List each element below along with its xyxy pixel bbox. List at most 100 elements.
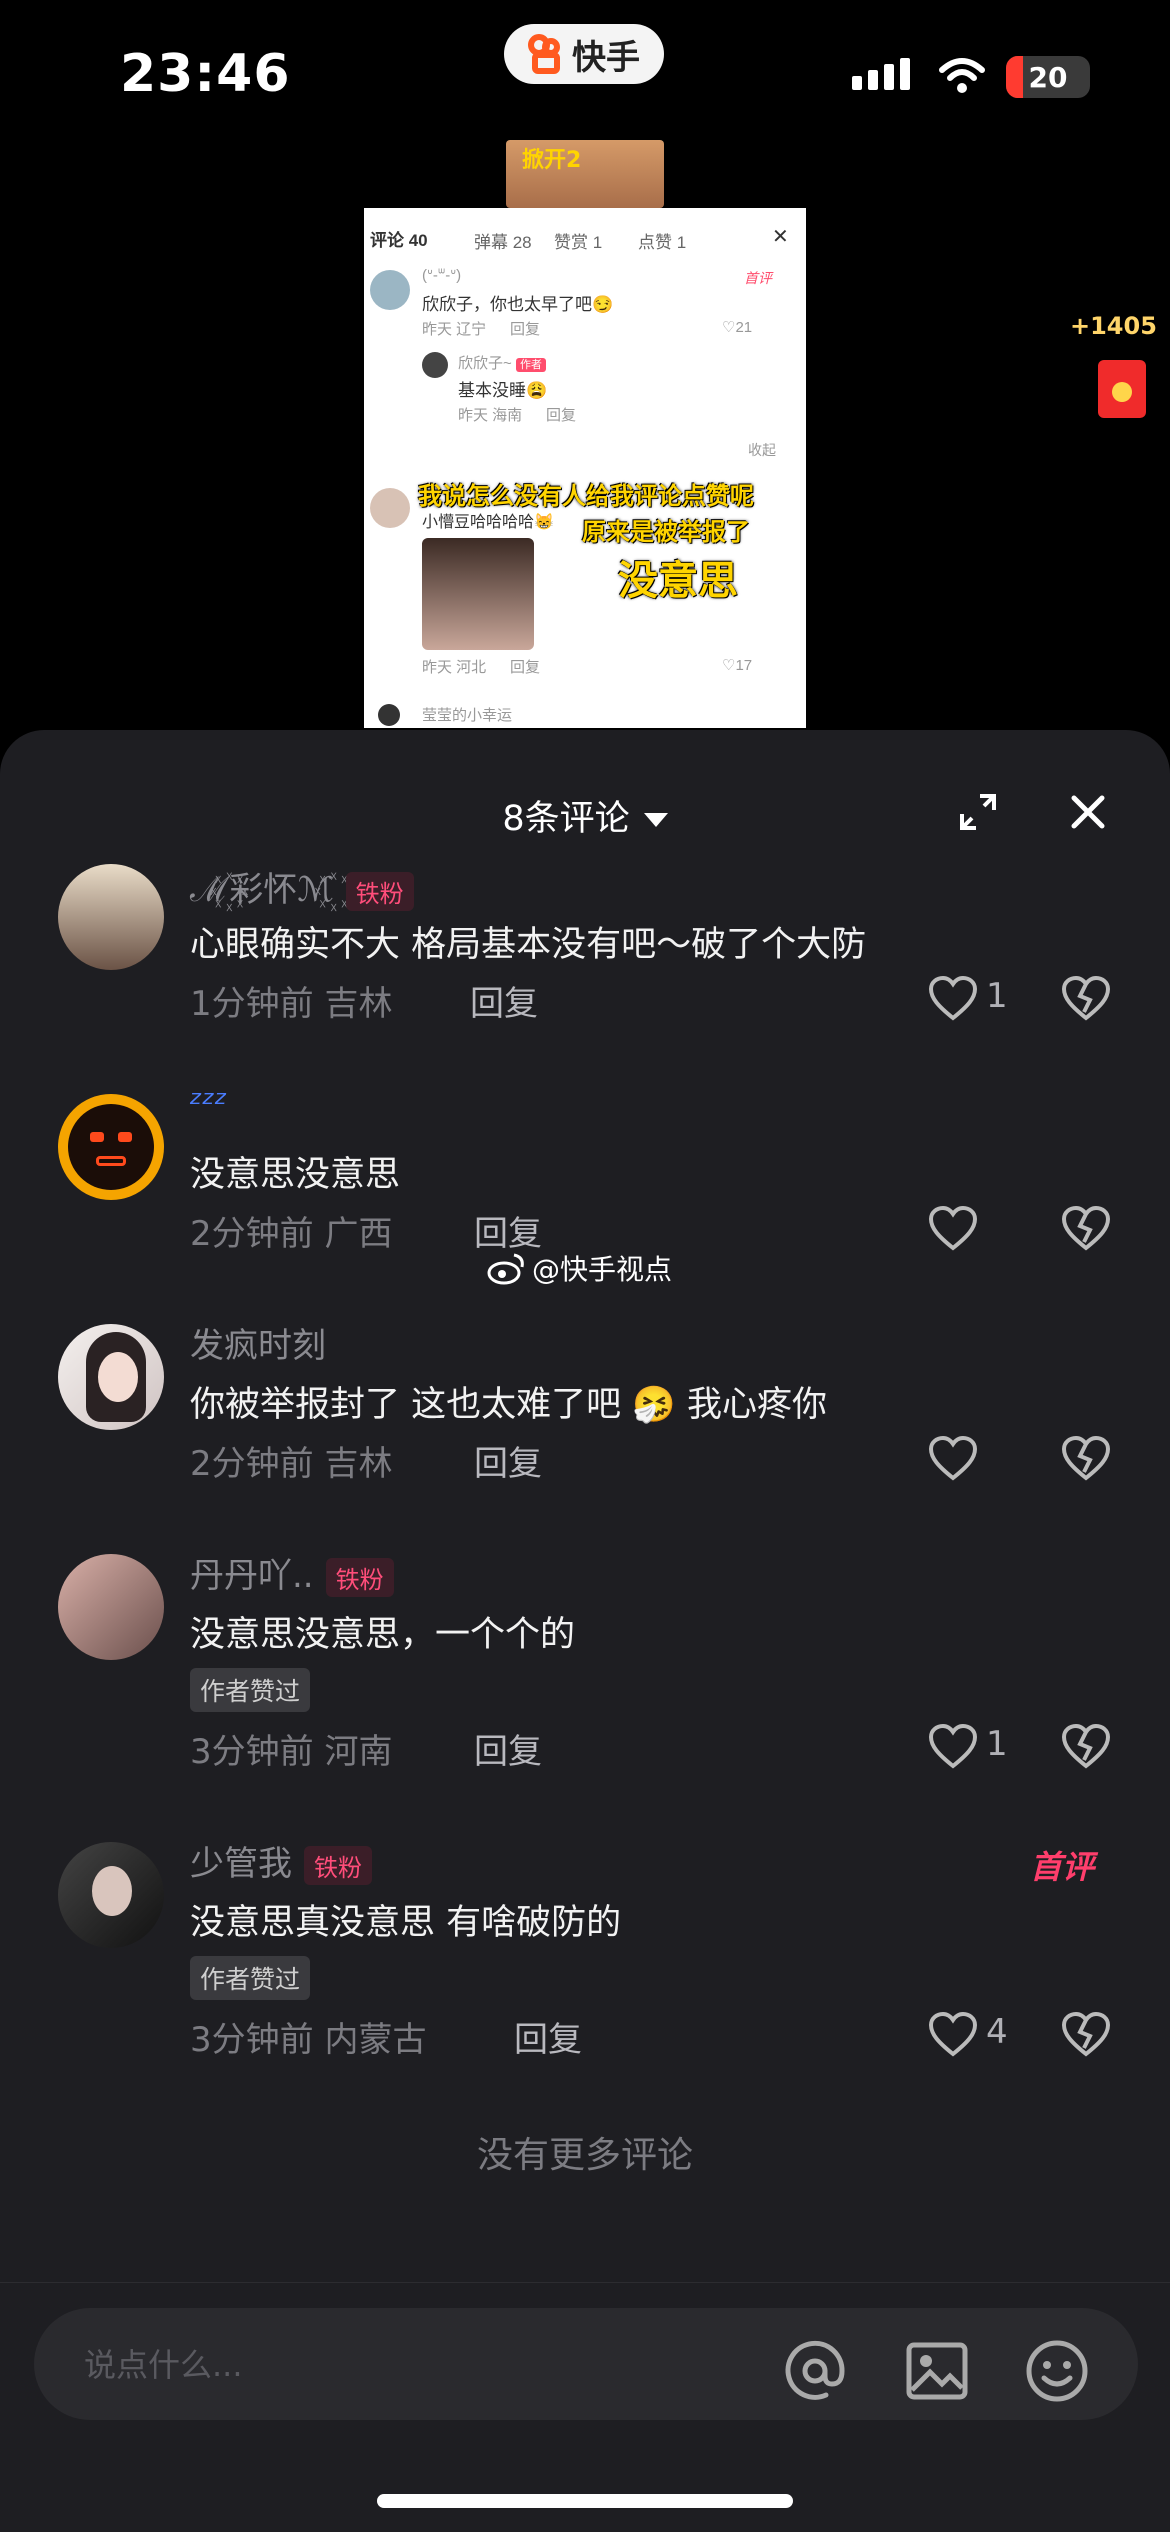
- comment-meta: 1分钟前 吉林: [190, 984, 393, 1024]
- dislike-icon[interactable]: [1060, 1206, 1112, 1252]
- shot-c2-avatar: [370, 488, 410, 528]
- comment-meta: 3分钟前 河南: [190, 1732, 393, 1772]
- weibo-watermark: @快手视点: [486, 1248, 672, 1288]
- shot-c1-name: (ᐡ-ᐜ-ᐡ): [422, 267, 462, 284]
- dislike-icon[interactable]: [1060, 2012, 1112, 2058]
- avatar[interactable]: [58, 864, 164, 970]
- shot-c1-reply: 回复: [510, 321, 541, 338]
- comment-author[interactable]: ℳ꙰彩怀ℳ꙰ 铁粉: [190, 862, 414, 911]
- first-comment-tag: 首评: [1030, 1848, 1095, 1886]
- shot-c2-reply: 回复: [510, 659, 541, 676]
- emoji-icon[interactable]: [1024, 2338, 1090, 2404]
- image-icon[interactable]: [904, 2338, 970, 2404]
- comment-author[interactable]: 少管我 铁粉: [190, 1836, 372, 1885]
- avatar[interactable]: [58, 1324, 164, 1430]
- shot-avatar: [370, 270, 410, 310]
- comment-author[interactable]: 丹丹吖.. 铁粉: [190, 1548, 394, 1597]
- comment-author-name: ᶻᶻᶻ: [190, 1084, 228, 1124]
- close-icon[interactable]: [1066, 790, 1110, 834]
- comment-author-name: 丹丹吖..: [190, 1556, 314, 1596]
- comment-meta: 2分钟前 广西: [190, 1214, 393, 1254]
- comment-text[interactable]: 没意思没意思，一个个的: [190, 1606, 575, 1657]
- red-envelope-icon[interactable]: [1098, 360, 1146, 418]
- weibo-icon: [487, 1253, 524, 1285]
- overlay-caption-1: 我说怎么没有人给我评论点赞呢: [418, 483, 754, 510]
- like-count: 4: [986, 2012, 1008, 2052]
- shot-r1-text: 基本没睡😩: [458, 381, 548, 400]
- reply-button[interactable]: 回复: [514, 2012, 582, 2061]
- comment-text[interactable]: 没意思没意思: [190, 1146, 400, 1197]
- reply-button[interactable]: 回复: [474, 1436, 542, 1485]
- heart-icon[interactable]: [928, 1724, 978, 1770]
- fan-badge: 铁粉: [304, 1846, 372, 1885]
- no-more-comments: 没有更多评论: [476, 2135, 693, 2176]
- shot-r1-name-text: 欣欣子~: [458, 355, 512, 372]
- like-count: 1: [986, 976, 1008, 1016]
- app-pill[interactable]: 快手: [504, 24, 664, 84]
- shot-c2-likes: ♡17: [722, 656, 752, 674]
- fan-badge: 铁粉: [345, 872, 414, 911]
- shot-tab-likes: 点赞 1: [638, 233, 687, 252]
- comment-meta: 3分钟前 内蒙古: [190, 2020, 427, 2060]
- shot-c3-avatar: [378, 704, 400, 726]
- avatar[interactable]: [58, 1554, 164, 1660]
- heart-icon[interactable]: [928, 1206, 978, 1252]
- shot-heart-icon: ♡: [722, 657, 736, 674]
- video-caption: 掀开2: [522, 148, 582, 173]
- shot-c1-likes: ♡21: [722, 318, 752, 336]
- like-count: 1: [986, 1724, 1008, 1764]
- reply-button[interactable]: 回复: [470, 976, 538, 1025]
- dislike-icon[interactable]: [1060, 976, 1112, 1022]
- fan-badge: 铁粉: [325, 1558, 394, 1597]
- shot-photo: [422, 538, 534, 650]
- battery-indicator: 20: [1006, 56, 1090, 98]
- shot-c2-meta: 昨天 河北: [422, 659, 487, 676]
- home-indicator[interactable]: [377, 2494, 793, 2508]
- author-liked-badge: 作者赞过: [190, 1668, 311, 1712]
- shot-heart-icon: ♡: [722, 319, 736, 336]
- comment-text[interactable]: 你被举报封了 这也太难了吧 🤧 我心疼你: [190, 1376, 827, 1427]
- cellular-signal-icon: [852, 58, 910, 90]
- dislike-icon[interactable]: [1060, 1724, 1112, 1770]
- comment-input-placeholder: 说点什么...: [84, 2346, 243, 2384]
- shot-r1-meta: 昨天 海南: [458, 407, 523, 424]
- shot-first-tag: 首评: [744, 270, 772, 286]
- shot-c1-text: 欣欣子，你也太早了吧😏: [422, 295, 614, 314]
- comment-author-name: 发疯时刻: [190, 1326, 326, 1366]
- overlay-caption-2: 原来是被举报了: [582, 519, 750, 546]
- expand-icon[interactable]: [958, 792, 998, 832]
- shot-c2-like-count: 17: [735, 657, 753, 674]
- shot-r1-name: 欣欣子~ 作者: [458, 352, 546, 373]
- shot-c1-like-count: 21: [735, 319, 753, 336]
- shot-tab-comments: 评论 40: [370, 231, 428, 250]
- overlay-caption-3: 没意思: [618, 559, 738, 603]
- shot-tab-reward: 赞赏 1: [554, 233, 603, 252]
- heart-icon[interactable]: [928, 976, 978, 1022]
- kuaishou-logo-icon: [528, 34, 564, 74]
- mention-icon[interactable]: [782, 2338, 848, 2404]
- caret-down-icon: [643, 813, 668, 827]
- comment-author[interactable]: ᶻᶻᶻ: [190, 1084, 227, 1124]
- shot-author-tag: 作者: [515, 358, 546, 372]
- comment-author[interactable]: 发疯时刻: [190, 1318, 326, 1367]
- avatar[interactable]: [58, 1842, 164, 1948]
- avatar[interactable]: [58, 1094, 164, 1200]
- comment-text[interactable]: 心眼确实不大 格局基本没有吧～破了个大防: [190, 916, 866, 967]
- battery-fill: [1006, 56, 1023, 98]
- shot-collapse: 收起: [748, 442, 776, 458]
- heart-icon[interactable]: [928, 1436, 978, 1482]
- shot-c1-meta: 昨天 辽宁: [422, 321, 487, 338]
- video-screenshot[interactable]: 评论 40 弹幕 28 赞赏 1 点赞 1 ✕ (ᐡ-ᐜ-ᐡ) 欣欣子，你也太早…: [364, 208, 806, 728]
- comment-author-name: ℳ꙰彩怀ℳ꙰: [190, 870, 334, 910]
- shot-reply-avatar: [422, 352, 448, 378]
- app-name: 快手: [572, 37, 640, 78]
- comment-count-text: 8条评论: [502, 799, 630, 839]
- heart-icon[interactable]: [928, 2012, 978, 2058]
- shot-tab-danmaku: 弹幕 28: [474, 233, 532, 252]
- dislike-icon[interactable]: [1060, 1436, 1112, 1482]
- shot-close-icon: ✕: [772, 226, 789, 248]
- comment-text[interactable]: 没意思真没意思 有啥破防的: [190, 1894, 621, 1945]
- reply-button[interactable]: 回复: [474, 1724, 542, 1773]
- battery-level: 20: [1028, 60, 1068, 94]
- watermark-text: @快手视点: [532, 1253, 673, 1286]
